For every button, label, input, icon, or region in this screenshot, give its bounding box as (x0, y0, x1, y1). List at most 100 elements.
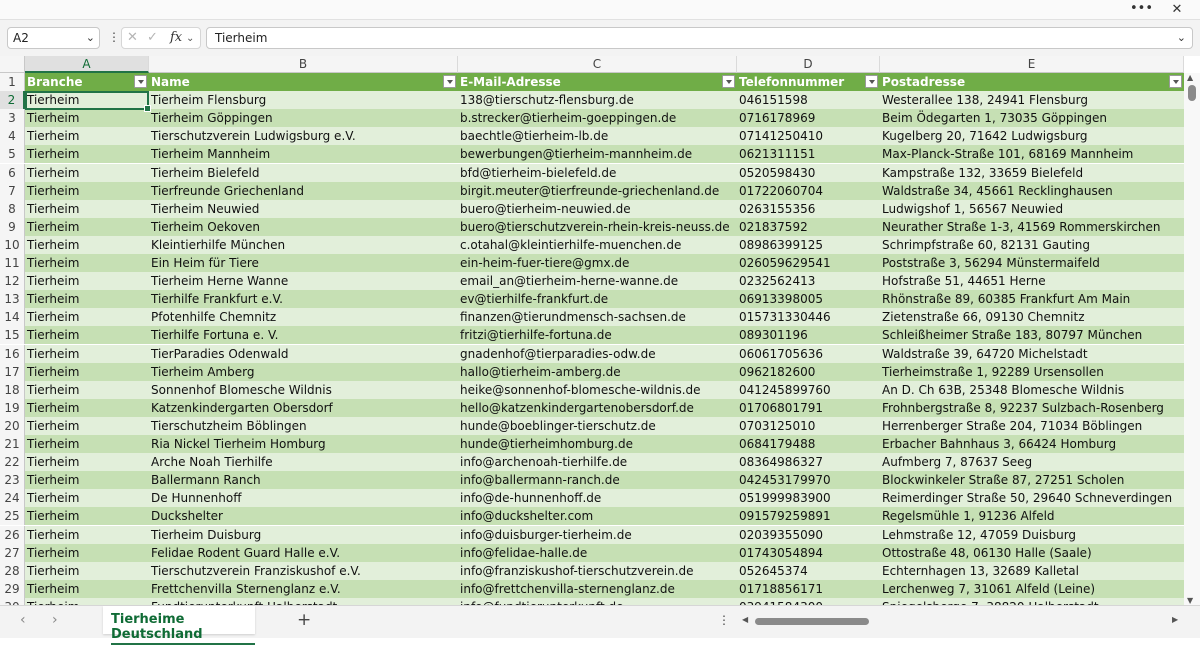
table-cell-address[interactable]: Schleißheimer Straße 183, 80797 München (880, 326, 1184, 345)
table-cell-phone[interactable]: 041245899760 (737, 380, 880, 399)
row-number[interactable]: 14 (0, 308, 25, 327)
header-cell[interactable]: Branche (25, 73, 149, 92)
table-cell-branche[interactable]: Tierheim (25, 290, 149, 309)
header-cell[interactable]: Name (149, 73, 458, 92)
table-cell-email[interactable]: finanzen@tierundmensch-sachsen.de (458, 308, 737, 327)
table-cell-email[interactable]: info@de-hunnenhoff.de (458, 489, 737, 508)
filter-dropdown-icon[interactable] (1169, 75, 1182, 88)
row-number[interactable]: 13 (0, 290, 25, 309)
row-number[interactable]: 7 (0, 181, 25, 200)
table-cell-phone[interactable]: 06913398005 (737, 290, 880, 309)
table-cell-name[interactable]: Tierfreunde Griechenland (149, 181, 458, 200)
table-cell-branche[interactable]: Tierheim (25, 235, 149, 254)
scroll-left-icon[interactable]: ◀ (742, 615, 748, 624)
row-number[interactable]: 30 (0, 597, 25, 614)
table-cell-email[interactable]: b.strecker@tierheim-goeppingen.de (458, 109, 737, 128)
table-cell-email[interactable]: birgit.meuter@tierfreunde-griechenland.d… (458, 181, 737, 200)
table-cell-branche[interactable]: Tierheim (25, 416, 149, 435)
table-cell-address[interactable]: An D. Ch 63B, 25348 Blomesche Wildnis (880, 380, 1184, 399)
table-cell-phone[interactable]: 021837592 (737, 217, 880, 236)
column-header-b[interactable]: B (149, 56, 458, 73)
table-cell-name[interactable]: Tierheim Mannheim (149, 145, 458, 164)
sheet-tab-tierheime[interactable]: Tierheime Deutschland (103, 606, 255, 645)
table-cell-email[interactable]: bewerbungen@tierheim-mannheim.de (458, 145, 737, 164)
horizontal-scroll-thumb[interactable] (755, 618, 869, 625)
table-cell-email[interactable]: fritzi@tierhilfe-fortuna.de (458, 326, 737, 345)
row-number[interactable]: 24 (0, 489, 25, 508)
add-sheet-button[interactable]: + (297, 610, 311, 630)
table-cell-address[interactable]: Herrenberger Straße 204, 71034 Böblingen (880, 416, 1184, 435)
table-cell-phone[interactable]: 08364986327 (737, 453, 880, 472)
table-cell-email[interactable]: info@franziskushof-tierschutzverein.de (458, 561, 737, 580)
table-cell-name[interactable]: Tierhilfe Frankfurt e.V. (149, 290, 458, 309)
scroll-down-icon[interactable]: ▼ (1187, 596, 1193, 605)
table-cell-email[interactable]: info@duckshelter.com (458, 507, 737, 526)
table-cell-branche[interactable]: Tierheim (25, 435, 149, 454)
table-cell-address[interactable]: Rhönstraße 89, 60385 Frankfurt Am Main (880, 290, 1184, 309)
table-cell-branche[interactable]: Tierheim (25, 525, 149, 544)
table-cell-address[interactable]: Erbacher Bahnhaus 3, 66424 Homburg (880, 435, 1184, 454)
header-cell[interactable]: Postadresse (880, 73, 1184, 92)
table-cell-phone[interactable]: 046151598 (737, 91, 880, 110)
table-cell-name[interactable]: Tierheim Göppingen (149, 109, 458, 128)
table-cell-phone[interactable]: 091579259891 (737, 507, 880, 526)
table-cell-branche[interactable]: Tierheim (25, 579, 149, 598)
table-cell-email[interactable]: info@archenoah-tierhilfe.de (458, 453, 737, 472)
table-cell-branche[interactable]: Tierheim (25, 145, 149, 164)
table-cell-branche[interactable]: Tierheim (25, 561, 149, 580)
header-cell[interactable]: Telefonnummer (737, 73, 880, 92)
table-cell-name[interactable]: Ria Nickel Tierheim Homburg (149, 435, 458, 454)
table-cell-email[interactable]: ein-heim-fuer-tiere@gmx.de (458, 254, 737, 273)
table-cell-name[interactable]: Pfotenhilfe Chemnitz (149, 308, 458, 327)
header-cell[interactable]: E-Mail-Adresse (458, 73, 737, 92)
table-cell-branche[interactable]: Tierheim (25, 471, 149, 490)
table-cell-phone[interactable]: 089301196 (737, 326, 880, 345)
table-cell-email[interactable]: baechtle@tierheim-lb.de (458, 127, 737, 146)
table-cell-email[interactable]: email_an@tierheim-herne-wanne.de (458, 272, 737, 291)
table-cell-branche[interactable]: Tierheim (25, 91, 149, 110)
formula-input[interactable]: Tierheim ⌄ (206, 27, 1193, 49)
table-cell-phone[interactable]: 01706801791 (737, 398, 880, 417)
table-cell-branche[interactable]: Tierheim (25, 217, 149, 236)
chevron-down-icon[interactable]: ⌄ (186, 33, 194, 44)
row-number[interactable]: 18 (0, 380, 25, 399)
table-cell-address[interactable]: Max-Planck-Straße 101, 68169 Mannheim (880, 145, 1184, 164)
table-cell-name[interactable]: Fundtierunterkunft Halberstadt (149, 597, 458, 605)
table-cell-address[interactable]: Lehmstraße 12, 47059 Duisburg (880, 525, 1184, 544)
next-sheet-icon[interactable]: › (52, 612, 58, 628)
table-cell-name[interactable]: Sonnenhof Blomesche Wildnis (149, 380, 458, 399)
row-number[interactable]: 23 (0, 471, 25, 490)
row-number[interactable]: 25 (0, 507, 25, 526)
table-cell-branche[interactable]: Tierheim (25, 127, 149, 146)
table-cell-address[interactable]: Hofstraße 51, 44651 Herne (880, 272, 1184, 291)
table-cell-branche[interactable]: Tierheim (25, 109, 149, 128)
scroll-right-icon[interactable]: ▶ (1172, 615, 1178, 624)
table-cell-branche[interactable]: Tierheim (25, 453, 149, 472)
more-options-icon[interactable]: ••• (1130, 0, 1153, 19)
table-cell-branche[interactable]: Tierheim (25, 163, 149, 182)
table-cell-phone[interactable]: 08986399125 (737, 235, 880, 254)
table-cell-phone[interactable]: 01718856171 (737, 579, 880, 598)
table-cell-branche[interactable]: Tierheim (25, 254, 149, 273)
table-cell-address[interactable]: Poststraße 3, 56294 Münstermaifeld (880, 254, 1184, 273)
table-cell-phone[interactable]: 01743054894 (737, 543, 880, 562)
table-cell-branche[interactable]: Tierheim (25, 489, 149, 508)
table-cell-phone[interactable]: 07141250410 (737, 127, 880, 146)
row-number[interactable]: 12 (0, 272, 25, 291)
column-header-a[interactable]: A (25, 56, 149, 73)
table-cell-phone[interactable]: 0684179488 (737, 435, 880, 454)
row-number[interactable]: 9 (0, 217, 25, 236)
table-cell-name[interactable]: Katzenkindergarten Obersdorf (149, 398, 458, 417)
table-cell-phone[interactable]: 0232562413 (737, 272, 880, 291)
table-cell-email[interactable]: 138@tierschutz-flensburg.de (458, 91, 737, 110)
row-number[interactable]: 5 (0, 145, 25, 164)
table-cell-phone[interactable]: 052645374 (737, 561, 880, 580)
row-number[interactable]: 2 (0, 91, 25, 110)
table-cell-branche[interactable]: Tierheim (25, 308, 149, 327)
row-number[interactable]: 22 (0, 453, 25, 472)
filter-dropdown-icon[interactable] (722, 75, 735, 88)
table-cell-name[interactable]: TierParadies Odenwald (149, 344, 458, 363)
table-cell-name[interactable]: Tierschutzheim Böblingen (149, 416, 458, 435)
table-cell-phone[interactable]: 0703125010 (737, 416, 880, 435)
table-cell-name[interactable]: Duckshelter (149, 507, 458, 526)
